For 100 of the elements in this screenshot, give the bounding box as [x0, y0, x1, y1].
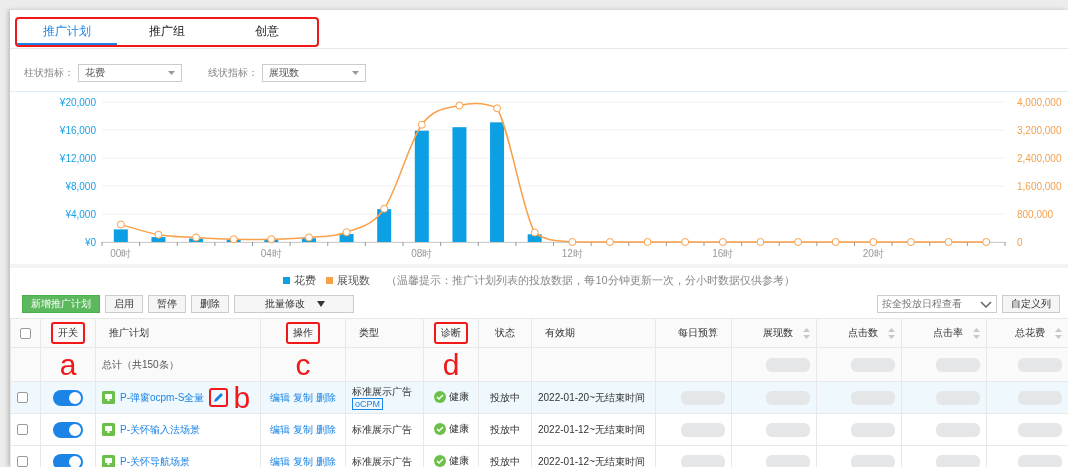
column-label: 展现数	[762, 326, 794, 340]
axis-label: 3,200,000	[1017, 125, 1062, 136]
checkbox[interactable]	[17, 392, 28, 404]
axis-label: ¥8,000	[65, 181, 96, 192]
axis-label: 20时	[862, 248, 884, 259]
sort-icon[interactable]	[888, 327, 895, 339]
period-text: 2022-01-12~无结束时间	[538, 455, 645, 467]
column-label: 点击率	[932, 326, 964, 340]
tab[interactable]: 创意	[217, 19, 317, 45]
toolbar-button[interactable]: 启用	[105, 295, 143, 313]
redacted-value	[766, 422, 810, 437]
check-icon	[433, 423, 446, 435]
column-label: 点击数	[847, 326, 879, 340]
data-point	[944, 238, 953, 246]
action-link[interactable]: 编辑	[270, 454, 290, 467]
bar	[113, 229, 128, 242]
metric-select[interactable]: 花费	[78, 64, 182, 82]
axis-label: 0	[1017, 237, 1023, 248]
data-point	[756, 238, 765, 246]
data-point	[342, 228, 351, 237]
axis-label: ¥0	[84, 237, 96, 248]
highlighted-column-label: 操作	[286, 322, 320, 344]
data-point	[192, 233, 201, 242]
caret-icon	[352, 71, 359, 75]
redacted-value	[1018, 454, 1062, 467]
toggle-switch[interactable]	[53, 421, 83, 438]
pencil-icon[interactable]	[213, 392, 225, 403]
action-link[interactable]: 编辑	[270, 422, 290, 437]
axis-label: ¥16,000	[59, 125, 96, 136]
axis-label: 08时	[411, 248, 433, 259]
status-text: 投放中	[490, 391, 520, 403]
highlighted-column-label: 诊断	[434, 322, 468, 344]
axis-label: 800,000	[1017, 209, 1054, 220]
campaign-link[interactable]: P-弹窗ocpm-S全量	[120, 390, 205, 405]
action-link[interactable]: 删除	[316, 422, 336, 437]
action-link[interactable]: 删除	[316, 454, 336, 467]
add-button[interactable]: 新增推广计划	[22, 295, 100, 313]
custom-columns-button[interactable]: 自定义列	[1002, 295, 1060, 313]
ad-type: 标准展示广告	[352, 385, 412, 398]
data-point	[267, 235, 276, 244]
sort-icon[interactable]	[973, 327, 980, 339]
chart-note: （温馨提示：推广计划列表的投放数据，每10分钟更新一次，分小时数据仅供参考）	[386, 272, 795, 288]
data-point	[304, 233, 313, 242]
action-link[interactable]: 编辑	[270, 390, 290, 405]
column-label: 推广计划	[108, 326, 150, 340]
action-link[interactable]: 删除	[316, 390, 336, 405]
redacted-value	[851, 422, 895, 437]
axis-label: 4,000,000	[1017, 97, 1062, 108]
legend-label: 展现数	[337, 272, 371, 288]
toggle-switch[interactable]	[53, 389, 83, 406]
data-point	[154, 230, 163, 239]
diagnosis-text: 健康	[448, 390, 469, 404]
axis-label: 16时	[712, 248, 734, 259]
metric-select[interactable]: 展现数	[262, 64, 366, 82]
action-link[interactable]: 复制	[293, 422, 313, 437]
toggle-switch[interactable]	[53, 453, 83, 467]
checkbox[interactable]	[17, 456, 28, 467]
checkbox[interactable]	[20, 327, 31, 339]
data-point	[568, 238, 577, 246]
data-point	[493, 104, 502, 113]
axis-label: 04时	[260, 248, 282, 259]
action-link[interactable]: 复制	[293, 390, 313, 405]
view-select[interactable]: 按全投放日程查看	[877, 295, 997, 313]
redacted-value	[681, 454, 725, 467]
annotation-letter: d	[442, 348, 460, 381]
toolbar-button[interactable]: 暂停	[148, 295, 186, 313]
checkbox[interactable]	[17, 424, 28, 436]
axis-label: ¥12,000	[59, 153, 96, 164]
data-point	[229, 235, 238, 244]
column-label: 类型	[358, 326, 380, 340]
annotation-letter: c	[295, 348, 311, 381]
bulk-edit-dropdown[interactable]: 批量修改	[234, 295, 354, 313]
data-point	[643, 238, 652, 246]
toolbar-button[interactable]: 删除	[191, 295, 229, 313]
action-link[interactable]: 复制	[293, 454, 313, 467]
diagnosis-text: 健康	[448, 422, 469, 436]
data-point	[906, 238, 915, 246]
data-point	[681, 238, 690, 246]
sort-icon[interactable]	[803, 327, 810, 339]
ad-type: 标准展示广告	[352, 423, 412, 436]
redacted-value	[851, 454, 895, 467]
axis-label: 1,600,000	[1017, 181, 1062, 192]
monitor-icon	[102, 391, 115, 404]
data-point	[116, 220, 125, 229]
legend-swatch	[326, 276, 334, 284]
data-point	[530, 228, 539, 237]
column-label: 状态	[494, 326, 516, 340]
period-text: 2022-01-12~无结束时间	[538, 423, 645, 435]
tab[interactable]: 推广组	[117, 19, 217, 45]
annotation-letter: a	[59, 348, 77, 381]
redacted-value	[1018, 422, 1062, 437]
bar	[377, 209, 392, 242]
redacted-value	[936, 422, 980, 437]
axis-label: ¥4,000	[65, 209, 96, 220]
tab[interactable]: 推广计划	[17, 19, 117, 45]
period-text: 2022-01-20~无结束时间	[538, 391, 645, 403]
sort-icon[interactable]	[1055, 327, 1062, 339]
data-point	[455, 101, 464, 110]
ad-type: 标准展示广告	[352, 455, 412, 467]
caret-icon	[168, 71, 175, 75]
